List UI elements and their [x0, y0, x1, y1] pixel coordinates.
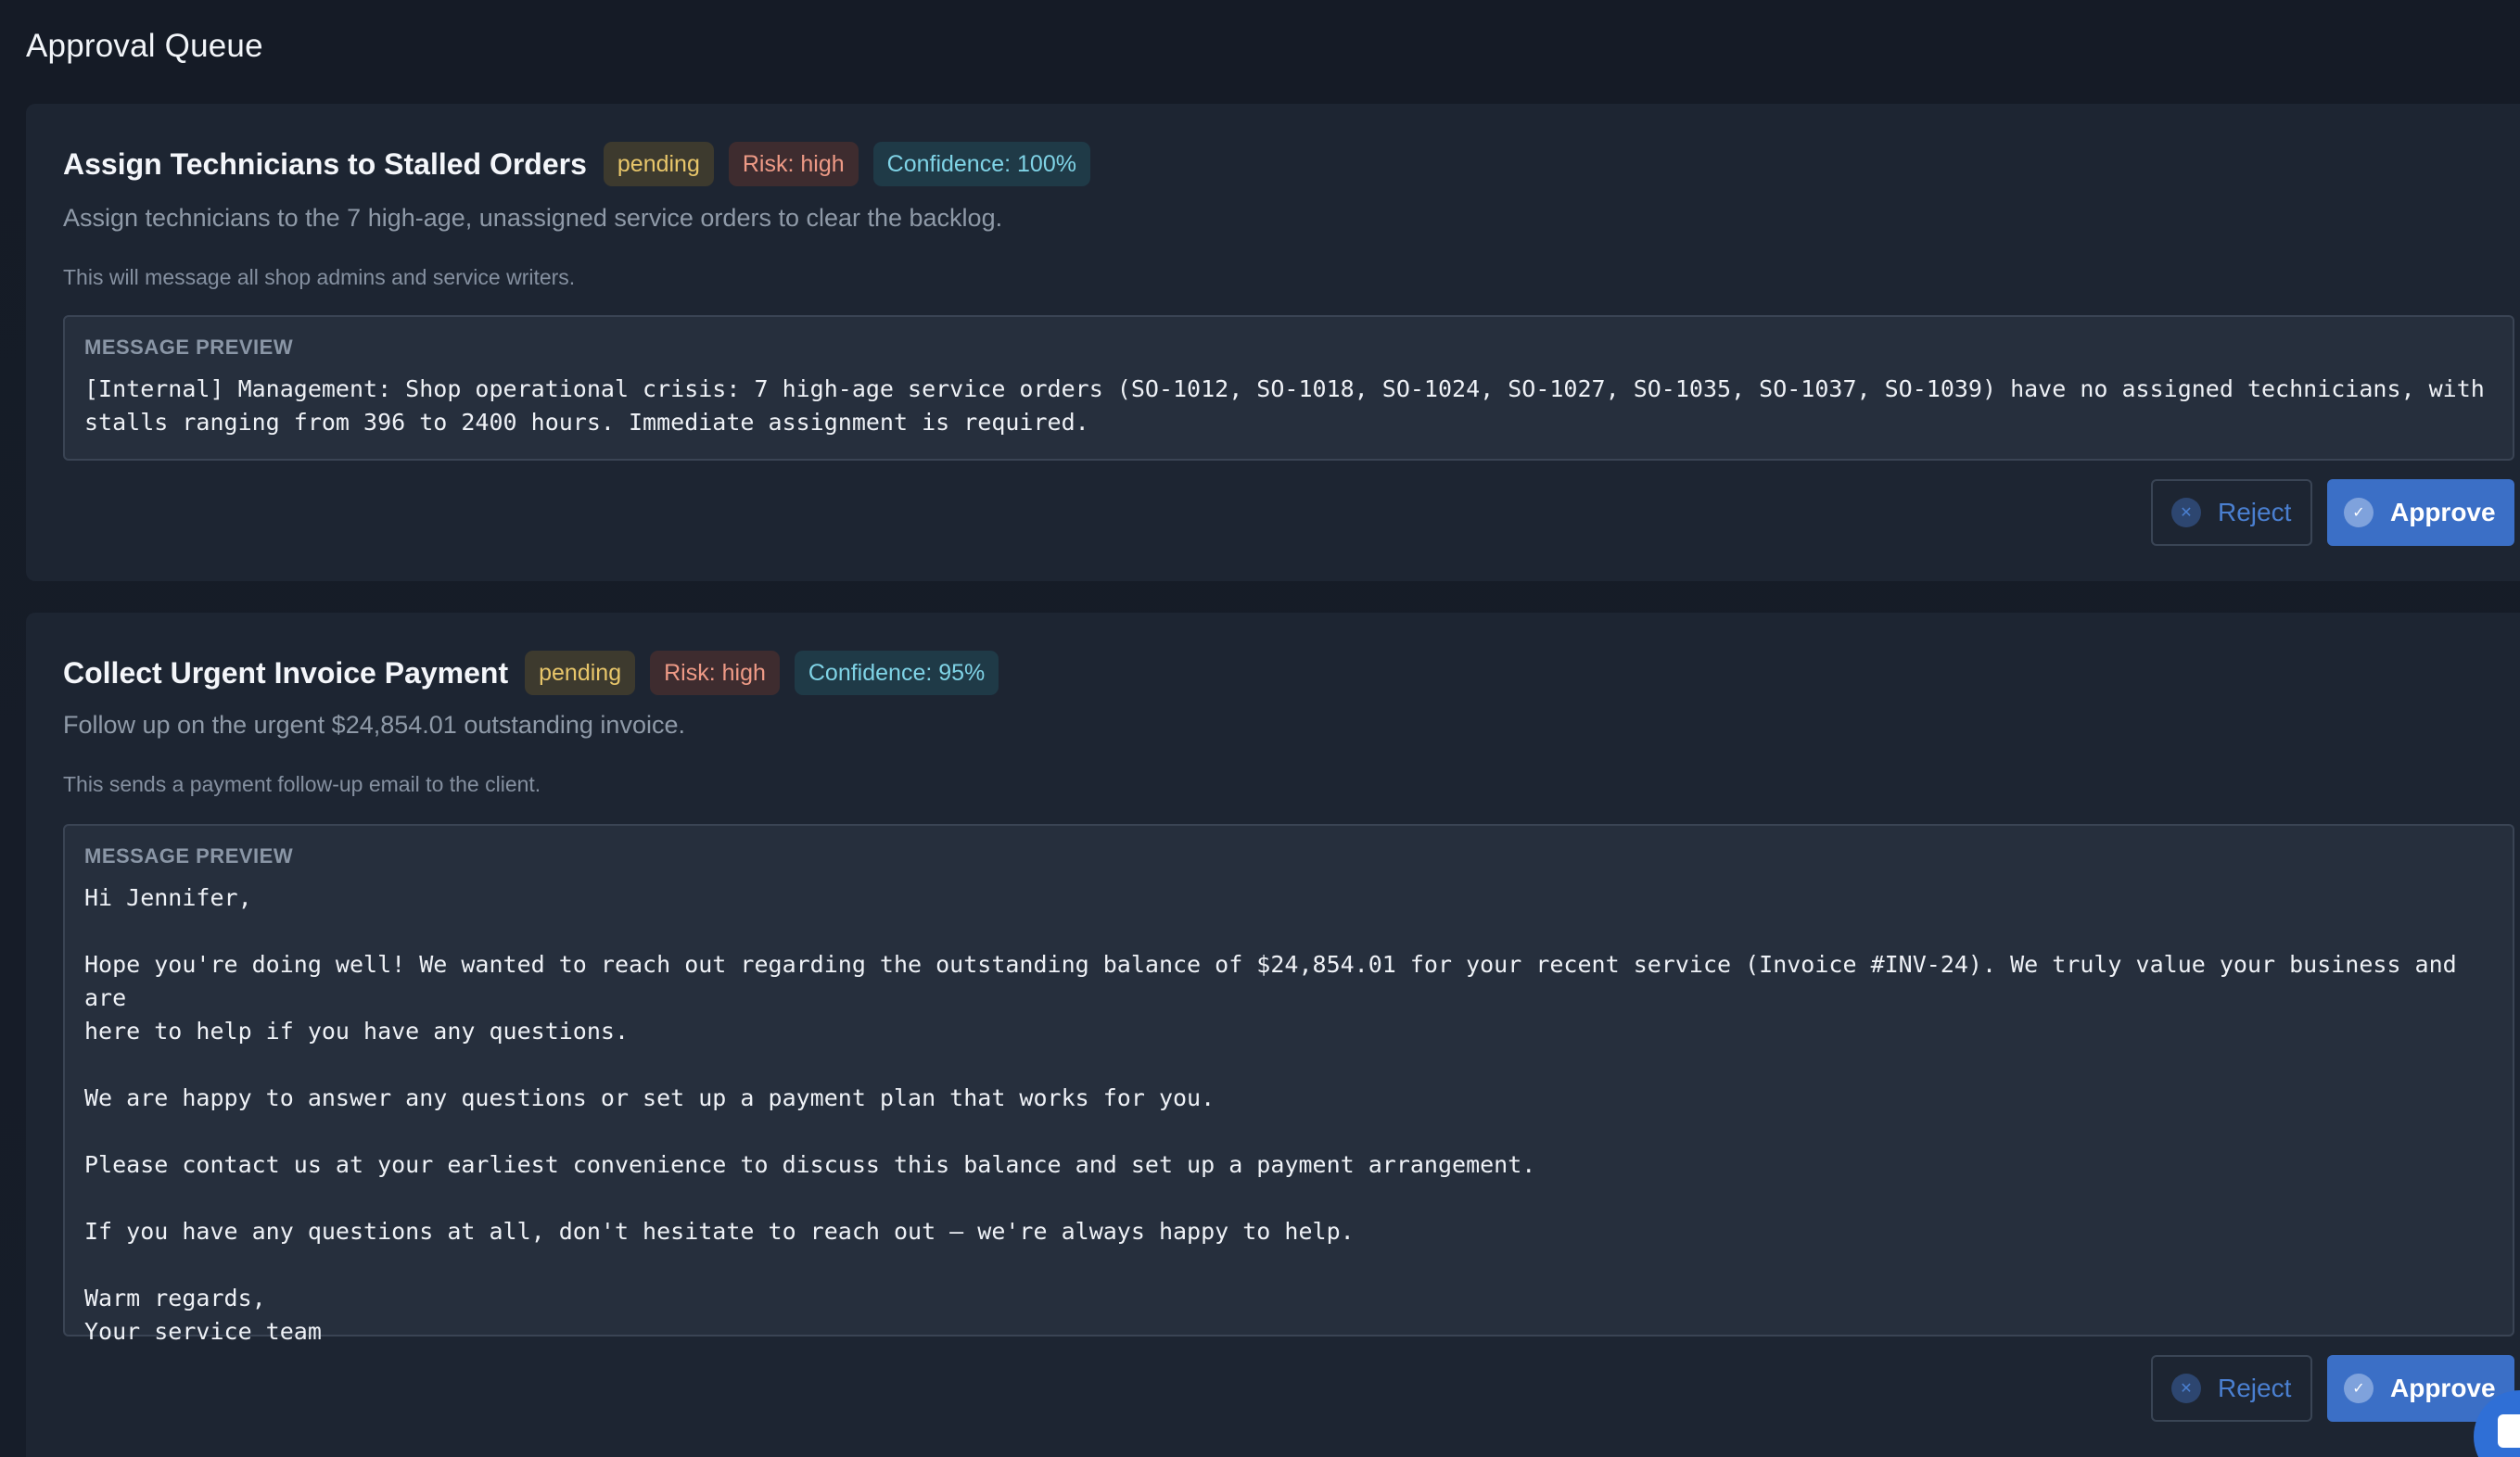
- status-badge: pending: [525, 651, 636, 695]
- approve-button-label: Approve: [2390, 498, 2496, 526]
- status-badge: pending: [603, 142, 714, 186]
- risk-badge: Risk: high: [650, 651, 780, 695]
- confidence-badge: Confidence: 95%: [794, 651, 999, 695]
- message-preview-text: [Internal] Management: Shop operational …: [84, 375, 2485, 436]
- card-actions: ✕ Reject ✓ Approve: [2151, 1355, 2514, 1422]
- x-circle-icon: ✕: [2171, 1374, 2201, 1403]
- approve-button-label: Approve: [2390, 1374, 2496, 1402]
- card-note: This will message all shop admins and se…: [63, 265, 576, 289]
- message-preview: MESSAGE PREVIEW [Internal] Management: S…: [63, 315, 2514, 461]
- x-circle-icon: ✕: [2171, 498, 2201, 527]
- message-preview-label: MESSAGE PREVIEW: [84, 844, 294, 868]
- card-header: Collect Urgent Invoice Payment pending R…: [63, 650, 999, 696]
- card-note: This sends a payment follow-up email to …: [63, 772, 541, 796]
- card-title: Assign Technicians to Stalled Orders: [63, 146, 587, 181]
- check-circle-icon: ✓: [2344, 1374, 2374, 1403]
- reject-button[interactable]: ✕ Reject: [2151, 1355, 2312, 1422]
- message-preview-text: Hi Jennifer, Hope you're doing well! We …: [84, 884, 2457, 1345]
- risk-badge: Risk: high: [728, 142, 859, 186]
- message-preview-label: MESSAGE PREVIEW: [84, 336, 294, 359]
- approval-card: Collect Urgent Invoice Payment pending R…: [26, 613, 2520, 1457]
- approval-card: Assign Technicians to Stalled Orders pen…: [26, 104, 2520, 581]
- chat-icon: [2498, 1414, 2520, 1448]
- card-header: Assign Technicians to Stalled Orders pen…: [63, 141, 1090, 187]
- card-description: Follow up on the urgent $24,854.01 outst…: [63, 711, 685, 739]
- reject-button-label: Reject: [2218, 498, 2292, 526]
- confidence-badge: Confidence: 100%: [872, 142, 1090, 186]
- approval-queue-page: Approval Queue Assign Technicians to Sta…: [0, 0, 2520, 1457]
- page-title: Approval Queue: [26, 28, 263, 64]
- reject-button[interactable]: ✕ Reject: [2151, 479, 2312, 546]
- card-actions: ✕ Reject ✓ Approve: [2151, 479, 2514, 546]
- message-preview: MESSAGE PREVIEW Hi Jennifer, Hope you're…: [63, 824, 2514, 1345]
- card-description: Assign technicians to the 7 high-age, un…: [63, 204, 1003, 232]
- check-circle-icon: ✓: [2344, 498, 2374, 527]
- card-title: Collect Urgent Invoice Payment: [63, 655, 509, 690]
- reject-button-label: Reject: [2218, 1374, 2292, 1402]
- approve-button[interactable]: ✓ Approve: [2327, 479, 2514, 546]
